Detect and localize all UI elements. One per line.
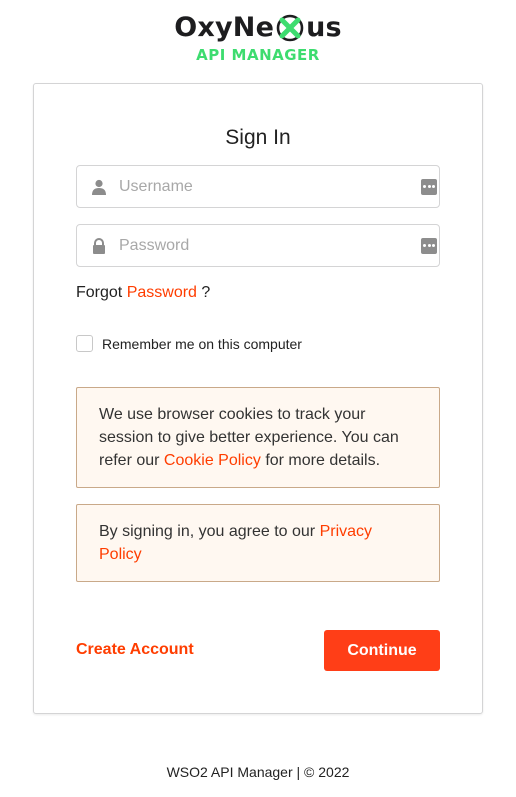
privacy-text: By signing in, you agree to our (99, 523, 316, 540)
logo-wordmark: OxyNe us (174, 10, 342, 46)
logo-subtitle: API MANAGER (196, 46, 320, 64)
privacy-notice: By signing in, you agree to our Privacy … (76, 504, 440, 582)
password-input[interactable] (119, 236, 421, 255)
brand-logo: OxyNe us API MANAGER (0, 10, 516, 64)
x-logo-icon (276, 14, 304, 42)
lock-icon (93, 237, 105, 254)
cookie-text-after: for more details. (265, 452, 381, 469)
continue-button[interactable]: Continue (324, 630, 440, 671)
user-icon (92, 179, 106, 195)
remember-me-label: Remember me on this computer (102, 335, 302, 352)
page-title: Sign In (225, 126, 291, 149)
footer-text: WSO2 API Manager | © 2022 (166, 764, 350, 780)
remember-me[interactable]: Remember me on this computer (76, 335, 302, 352)
forgot-password-text: Forgot Password ? (76, 284, 210, 302)
logo-name-prefix: OxyNe (174, 12, 275, 43)
cookie-policy-link[interactable]: Cookie Policy (164, 452, 261, 469)
login-page: OxyNe us API MANAGER Sign In Username Fo… (0, 0, 516, 797)
username-field[interactable] (76, 165, 440, 208)
create-account-link[interactable]: Create Account (76, 641, 194, 659)
forgot-password-link[interactable]: Password (127, 284, 197, 301)
remember-me-checkbox[interactable] (76, 335, 93, 352)
cookie-notice: We use browser cookies to track your ses… (76, 387, 440, 488)
signin-card: Sign In Forgot Password ? Remember me (33, 83, 483, 714)
username-input[interactable] (119, 177, 421, 196)
password-field[interactable] (76, 224, 440, 267)
forgot-prefix: Forgot (76, 284, 123, 301)
forgot-suffix: ? (201, 284, 211, 301)
logo-name-suffix: us (306, 12, 342, 43)
password-manager-icon[interactable] (421, 237, 437, 254)
password-manager-icon[interactable] (421, 178, 437, 195)
